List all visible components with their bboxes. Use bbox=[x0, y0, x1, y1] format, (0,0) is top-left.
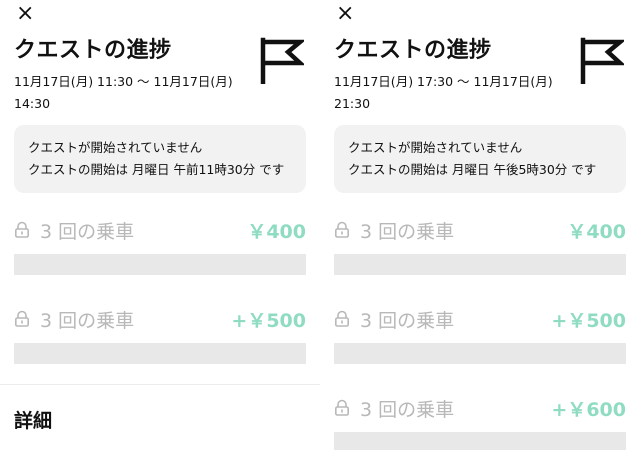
details-heading: 詳細 bbox=[14, 410, 53, 432]
quest-reward: +￥500 bbox=[551, 310, 626, 332]
time-range-line1: 11月17日(月) 11:30 〜 11月17日(月) bbox=[14, 74, 233, 89]
quest-label: 3 回の乗車 bbox=[40, 221, 135, 243]
time-range: 11月17日(月) 17:30 〜 11月17日(月) 21:30 bbox=[334, 71, 564, 115]
quest-item: 3 回の乗車 +￥500 bbox=[14, 304, 306, 334]
quest-reward: +￥600 bbox=[551, 399, 626, 421]
lock-icon bbox=[14, 310, 29, 327]
quest-item: 3 回の乗車 ￥400 bbox=[334, 215, 626, 245]
lock-icon bbox=[334, 399, 349, 416]
lock-icon bbox=[334, 221, 349, 238]
notice-line1: クエストが開始されていません bbox=[348, 140, 523, 155]
quest-progress-bar bbox=[14, 254, 306, 275]
quest-reward: +￥500 bbox=[231, 310, 306, 332]
time-range-line2: 21:30 bbox=[334, 96, 371, 111]
notice-line1: クエストが開始されていません bbox=[28, 140, 203, 155]
notice-line2: クエストの開始は 月曜日 午前11時30分 です bbox=[28, 162, 285, 177]
quest-item: 3 回の乗車 ￥400 bbox=[14, 215, 306, 245]
flag-icon bbox=[580, 37, 624, 84]
quest-item: 3 回の乗車 +￥500 bbox=[334, 304, 626, 334]
notice-line2: クエストの開始は 月曜日 午後5時30分 です bbox=[348, 162, 597, 177]
page-title: クエストの進捗 bbox=[14, 38, 172, 63]
quest-progress-panel-right: × クエストの進捗 11月17日(月) 17:30 〜 11月17日(月) 21… bbox=[320, 0, 640, 450]
quest-progress-bar bbox=[334, 254, 626, 275]
close-icon[interactable]: × bbox=[336, 3, 354, 25]
quest-reward: ￥400 bbox=[567, 221, 626, 243]
quest-progress-bar bbox=[14, 343, 306, 364]
lock-icon bbox=[334, 310, 349, 327]
flag-icon bbox=[260, 37, 304, 84]
quest-reward: ￥400 bbox=[247, 221, 306, 243]
quest-label: 3 回の乗車 bbox=[40, 310, 135, 332]
quest-label: 3 回の乗車 bbox=[360, 310, 455, 332]
time-range: 11月17日(月) 11:30 〜 11月17日(月) 14:30 bbox=[14, 71, 244, 115]
quest-item: 3 回の乗車 +￥600 bbox=[334, 393, 626, 423]
quest-label: 3 回の乗車 bbox=[360, 399, 455, 421]
not-started-notice: クエストが開始されていません クエストの開始は 月曜日 午前11時30分 です bbox=[14, 125, 306, 193]
quest-label: 3 回の乗車 bbox=[360, 221, 455, 243]
page-title: クエストの進捗 bbox=[334, 38, 492, 63]
quest-progress-bar bbox=[334, 432, 626, 450]
quest-progress-panel-left: × クエストの進捗 11月17日(月) 11:30 〜 11月17日(月) 14… bbox=[0, 0, 320, 450]
time-range-line2: 14:30 bbox=[14, 96, 51, 111]
time-range-line1: 11月17日(月) 17:30 〜 11月17日(月) bbox=[334, 74, 553, 89]
quest-progress-bar bbox=[334, 343, 626, 364]
close-icon[interactable]: × bbox=[16, 3, 34, 25]
lock-icon bbox=[14, 221, 29, 238]
divider bbox=[0, 384, 320, 385]
not-started-notice: クエストが開始されていません クエストの開始は 月曜日 午後5時30分 です bbox=[334, 125, 626, 193]
